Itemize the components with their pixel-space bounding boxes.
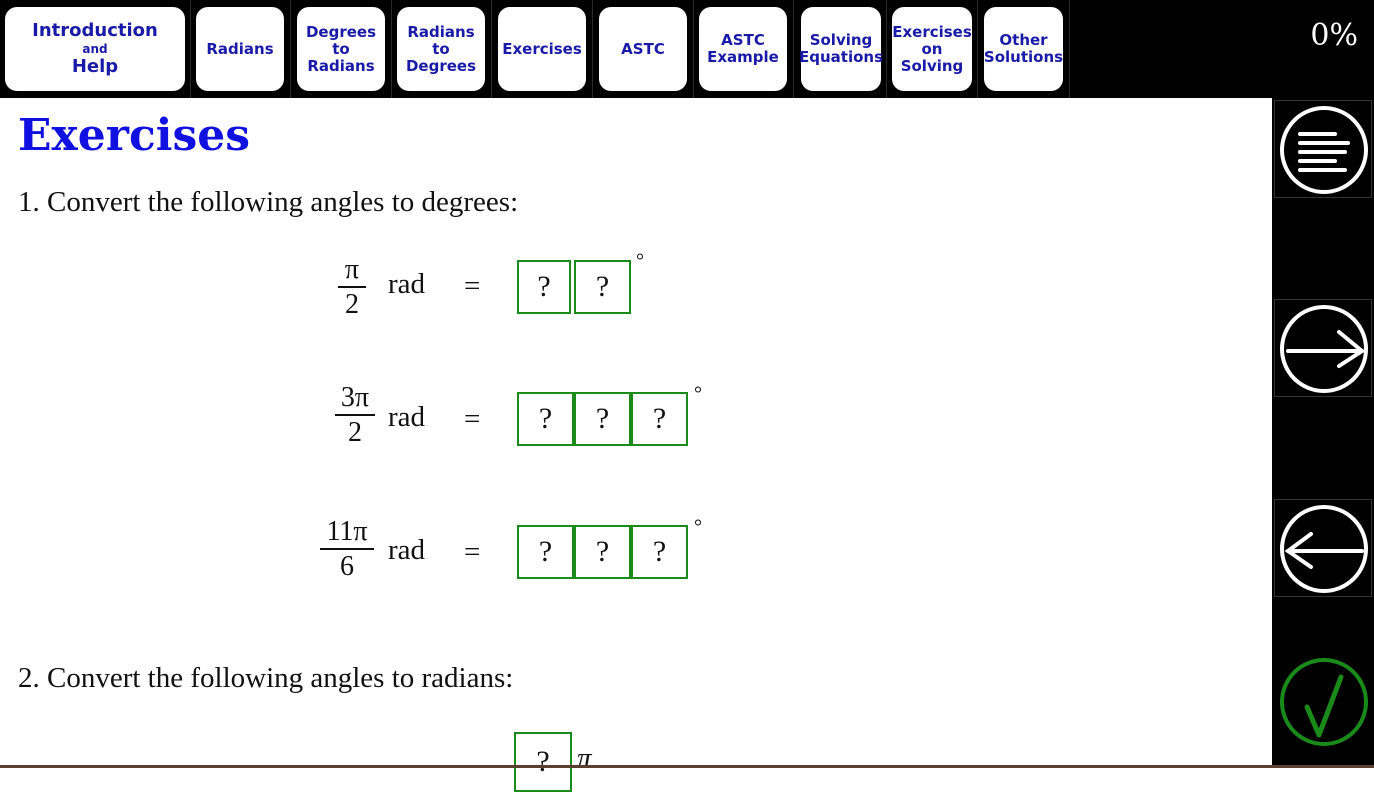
arrow-right-icon [1280, 305, 1368, 393]
nav-label: Help [71, 56, 119, 77]
equals-sign: = [464, 270, 481, 302]
nav-astc-example[interactable]: ASTC Example [699, 7, 787, 91]
degree-symbol: ° [694, 516, 702, 538]
unit-label: rad [388, 268, 426, 300]
fraction: 3π 2 [335, 382, 375, 450]
denominator: 2 [345, 288, 359, 320]
answer-box[interactable]: ? [517, 260, 571, 314]
menu-icon [1280, 106, 1368, 194]
nav-label: Degrees [305, 22, 377, 41]
nav-label: to [432, 39, 450, 58]
nav-label: Equations [799, 48, 884, 66]
nav-label: Solving [809, 31, 873, 49]
previous-button[interactable] [1274, 499, 1372, 597]
numerator: 11π [326, 516, 368, 547]
nav-exercises-on-solving[interactable]: Exercises on Solving [892, 7, 972, 91]
nav-astc[interactable]: ASTC [599, 7, 687, 91]
menu-button[interactable] [1274, 100, 1372, 198]
nav-label: and [82, 42, 108, 56]
nav-label: Degrees [405, 56, 477, 75]
equals-sign: = [464, 536, 481, 568]
fraction: 11π 6 [320, 516, 374, 584]
divider [391, 0, 392, 98]
equals-sign: = [464, 403, 481, 435]
question-2-prompt: 2. Convert the following angles to radia… [18, 662, 514, 694]
nav-other-solutions[interactable]: Other Solutions [984, 7, 1063, 91]
denominator: 2 [348, 416, 362, 448]
check-icon [1280, 658, 1368, 746]
nav-degrees-to-radians[interactable]: Degrees to Radians [297, 7, 385, 91]
degree-symbol: ° [636, 250, 644, 272]
nav-label: Exercises [892, 22, 972, 41]
arrow-left-icon [1280, 505, 1368, 593]
answer-box[interactable]: ? [514, 732, 572, 792]
nav-radians-to-degrees[interactable]: Radians to Degrees [397, 7, 485, 91]
unit-label: rad [388, 401, 426, 433]
answer-box[interactable]: ? [631, 525, 688, 579]
next-button[interactable] [1274, 299, 1372, 397]
nav-exercises[interactable]: Exercises [498, 7, 586, 91]
nav-introduction-and-help[interactable]: Introduction and Help [5, 7, 185, 91]
divider [1069, 0, 1070, 98]
answer-box[interactable]: ? [574, 525, 631, 579]
pi-symbol: π [577, 742, 592, 774]
divider [886, 0, 887, 98]
answer-box[interactable]: ? [517, 525, 574, 579]
check-answers-button[interactable] [1274, 652, 1372, 750]
numerator: 3π [340, 382, 370, 413]
nav-label: Solutions [983, 48, 1064, 66]
answer-box[interactable]: ? [574, 260, 631, 314]
divider [190, 0, 191, 98]
sidebar [1272, 98, 1374, 768]
question-1-prompt: 1. Convert the following angles to degre… [18, 186, 519, 218]
nav-label: ASTC [621, 39, 665, 58]
divider [592, 0, 593, 98]
page-title: Exercises [18, 110, 250, 161]
nav-label: Radians [206, 39, 274, 58]
progress-indicator: 0% [1310, 18, 1358, 53]
nav-label: Exercises [502, 39, 582, 58]
divider [693, 0, 694, 98]
content-area: Exercises 1. Convert the following angle… [0, 98, 1272, 792]
nav-label: Radians [407, 22, 475, 41]
divider [290, 0, 291, 98]
navigation-bar: Introduction and Help Radians Degrees to… [0, 0, 1374, 98]
nav-label: Example [707, 48, 779, 66]
nav-label: on [921, 39, 943, 58]
nav-label: to [332, 39, 350, 58]
divider [977, 0, 978, 98]
degree-symbol: ° [694, 383, 702, 405]
fraction: π 2 [338, 254, 366, 322]
answer-box[interactable]: ? [574, 392, 631, 446]
nav-radians[interactable]: Radians [196, 7, 284, 91]
nav-label: Introduction [32, 20, 158, 41]
divider [793, 0, 794, 98]
unit-label: rad [388, 534, 426, 566]
denominator: 6 [340, 550, 354, 582]
nav-label: Radians [307, 56, 375, 75]
nav-label: Solving [900, 56, 964, 75]
divider [491, 0, 492, 98]
nav-label: ASTC [721, 31, 765, 49]
answer-box[interactable]: ? [631, 392, 688, 446]
answer-box[interactable]: ? [517, 392, 574, 446]
numerator: π [344, 254, 360, 285]
nav-label: Other [999, 31, 1048, 49]
nav-solving-equations[interactable]: Solving Equations [799, 7, 884, 91]
